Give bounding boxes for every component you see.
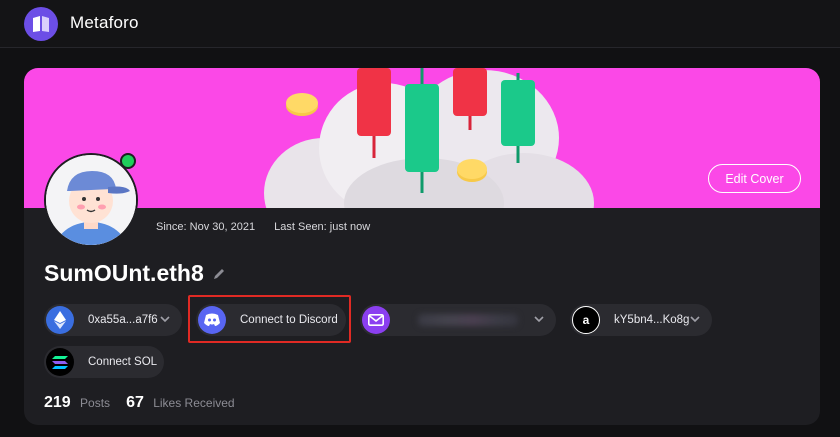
posts-count: 219 [44,394,71,411]
eth-address: 0xa55a...a7f6 [88,314,158,326]
cover-illustration [264,68,594,208]
likes-count: 67 [126,394,144,411]
connect-sol-button[interactable]: Connect SOL [44,346,164,378]
likes-stat[interactable]: 67 Likes Received [126,394,235,412]
username: SumOUnt.eth8 [44,260,226,287]
profile-stats: 219 Posts 67 Likes Received [44,394,235,412]
eth-wallet-pill[interactable]: 0xa55a...a7f6 [44,304,182,336]
edit-cover-button[interactable]: Edit Cover [708,164,801,193]
chevron-down-icon[interactable] [690,314,700,324]
ethereum-icon [46,306,74,334]
avatar-wrapper [44,153,138,247]
posts-label: Posts [80,396,111,410]
app-title[interactable]: Metaforo [70,13,139,33]
arweave-wallet-pill[interactable]: a kY5bn4...Ko8g [570,304,712,336]
redacted-email [418,314,518,326]
member-since: Since: Nov 30, 2021 [156,221,256,233]
top-bar: Metaforo [0,0,840,48]
chevron-down-icon[interactable] [534,314,544,324]
chevron-down-icon[interactable] [160,314,170,324]
username-text: SumOUnt.eth8 [44,260,204,286]
arweave-icon: a [572,306,600,334]
email-pill[interactable] [360,304,556,336]
last-seen: Last Seen: just now [274,221,371,233]
likes-label: Likes Received [153,396,235,410]
mail-icon [362,306,390,334]
svg-text:a: a [583,313,590,327]
sol-label: Connect SOL [88,356,158,368]
posts-stat[interactable]: 219 Posts [44,394,110,412]
metaforo-logo-icon[interactable] [24,7,58,41]
cover-image [24,68,820,208]
online-status-dot [120,153,136,169]
arweave-address: kY5bn4...Ko8g [614,314,690,326]
profile-meta: Since: Nov 30, 2021 Last Seen: just now [156,221,370,233]
pencil-icon[interactable] [212,267,226,281]
solana-icon [46,348,74,376]
discord-highlight-box [188,295,351,343]
